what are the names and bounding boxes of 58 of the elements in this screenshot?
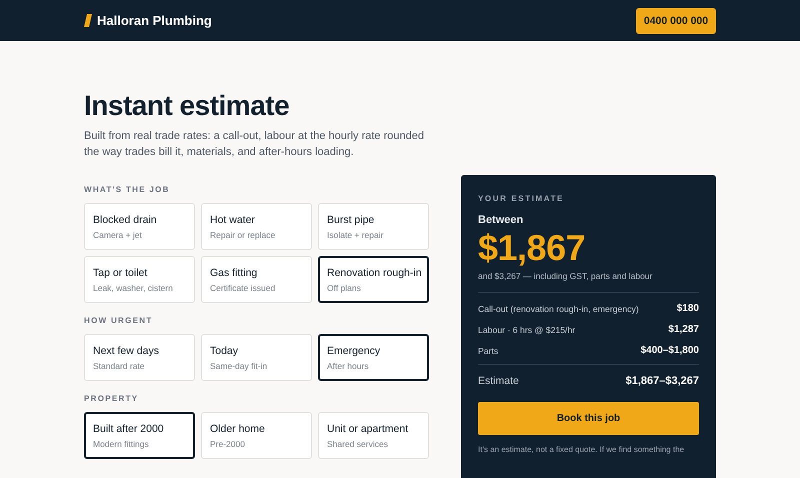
option-detail: Leak, washer, cistern [93,282,174,292]
option-detail: Shared services [327,438,389,448]
section-heading: PROPERTY [84,394,140,403]
option-label: Burst pipe [327,214,376,226]
option-label: Tap or toilet [93,266,148,278]
option-card[interactable]: Emergency After hours [318,334,429,381]
option-card[interactable]: Hot water Repair or replace [201,203,312,250]
option-label: Unit or apartment [327,422,410,434]
option-label: Blocked drain [93,214,158,226]
option-card[interactable]: Gas fitting Certificate issued [201,256,312,303]
option-detail: Pre-2000 [210,438,246,448]
book-button[interactable]: Book this job [478,402,699,435]
option-card[interactable]: Older home Pre-2000 [201,412,312,459]
option-label: Next few days [93,344,160,356]
line-value: $400–$1,800 [640,345,699,356]
option-detail: Modern fittings [93,438,150,448]
brand-name[interactable]: Halloran Plumbing [97,13,212,28]
option-detail: Certificate issued [210,282,276,292]
option-card[interactable]: Next few days Standard rate [84,334,195,381]
estimate-amount: $1,867 [478,228,586,268]
line-label: Labour · 6 hrs @ $215/hr [478,324,576,334]
panel-heading: YOUR ESTIMATE [478,194,565,203]
option-card[interactable]: Renovation rough-in Off plans [318,256,429,303]
option-card[interactable]: Built after 2000 Modern fittings [84,412,195,459]
total-label: Estimate [478,375,519,387]
option-card[interactable]: Blocked drain Camera + jet [84,203,195,250]
option-detail: Isolate + repair [327,230,384,240]
option-card[interactable]: Today Same-day fit-in [201,334,312,381]
option-detail: Repair or replace [210,230,276,240]
option-label: Renovation rough-in [327,266,420,278]
line-label: Parts [478,346,498,356]
option-card[interactable]: Burst pipe Isolate + repair [318,203,429,250]
option-label: Today [210,344,240,356]
option-label: Emergency [327,344,382,356]
between-label: Between [478,214,524,226]
option-detail: Same-day fit-in [210,360,268,370]
option-label: Built after 2000 [93,422,165,434]
total-value: $1,867–$3,267 [626,375,699,387]
option-label: Gas fitting [210,266,258,278]
phone-button[interactable]: 0400 000 000 [636,8,716,34]
section-heading: HOW URGENT [84,316,154,325]
option-card[interactable]: Unit or apartment Shared services [318,412,429,459]
option-label: Older home [210,422,266,434]
option-detail: Standard rate [93,360,146,370]
option-detail: After hours [327,360,370,370]
disclaimer-note: It's an estimate, not a fixed quote. If we find something the [478,445,686,454]
logo-icon [84,14,92,27]
line-value: $180 [676,303,699,314]
page-title: Instant estimate [84,89,290,123]
range-note: and $3,267 — including GST, parts and labour [478,271,699,293]
option-label: Hot water [210,214,256,226]
section-heading: WHAT'S THE JOB [84,185,171,194]
option-detail: Off plans [327,282,362,292]
line-label: Call-out (renovation rough-in, emergency) [478,304,639,314]
option-card[interactable]: Tap or toilet Leak, washer, cistern [84,256,195,303]
description: Built from real trade rates: a call-out, labour at the hourly rate rounded the way trades bill it, materials, and after-hours loading. [84,129,425,160]
option-detail: Camera + jet [93,230,143,240]
line-value: $1,287 [668,324,699,335]
